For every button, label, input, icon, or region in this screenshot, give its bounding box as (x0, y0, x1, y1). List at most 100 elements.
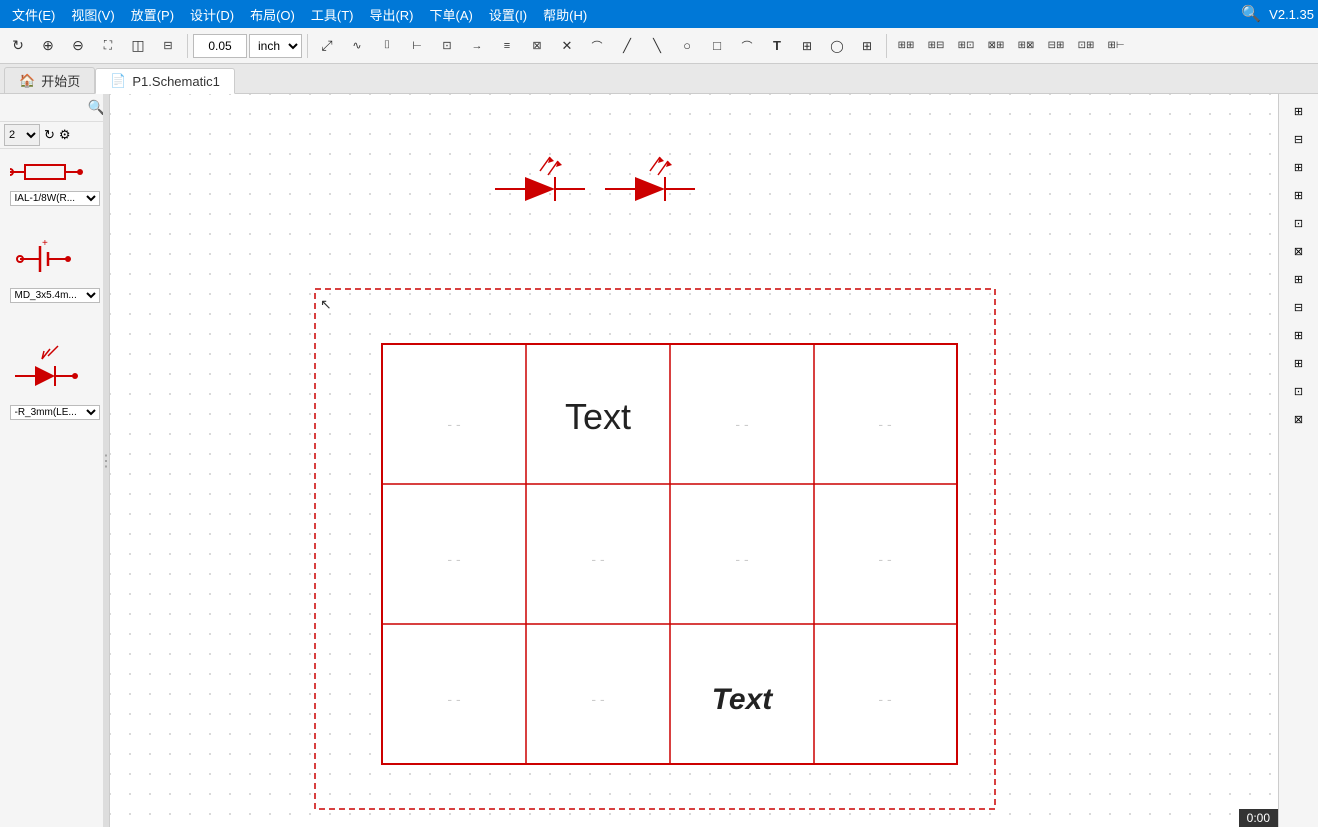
comp3-select[interactable]: -R_3mm(LE... (10, 405, 100, 420)
grid-input-group: inch mm (193, 34, 302, 58)
menu-design[interactable]: 设计(D) (182, 3, 242, 26)
svg-text:- -: - - (591, 691, 605, 707)
list-item[interactable]: IAL-1/8W(R... (6, 153, 104, 210)
canvas-area[interactable]: ↖ Text - - - - - - - - - - (110, 94, 1278, 827)
menu-settings[interactable]: 设置(I) (481, 3, 535, 26)
right-btn-10[interactable]: ⊞ (1283, 350, 1315, 376)
tab-schematic[interactable]: 📄 P1.Schematic1 (95, 68, 235, 94)
svg-text:Text: Text (712, 683, 775, 716)
right-btn-12[interactable]: ⊠ (1283, 406, 1315, 432)
comp-btn5[interactable]: ⊞⊠ (1012, 32, 1040, 60)
grid-value-input[interactable] (193, 34, 247, 58)
new-button[interactable]: ↻ (4, 32, 32, 60)
comp-btn6[interactable]: ⊟⊞ (1042, 32, 1070, 60)
tab-home[interactable]: 🏠 开始页 (4, 67, 95, 93)
search-icon[interactable]: 🔍 (1241, 4, 1261, 24)
right-btn-3[interactable]: ⊞ (1283, 154, 1315, 180)
comp-btn2[interactable]: ⊞⊟ (922, 32, 950, 60)
schematic-tab-icon: 📄 (110, 73, 126, 89)
svg-text:- -: - - (735, 551, 749, 567)
right-btn-6[interactable]: ⊠ (1283, 238, 1315, 264)
junction-button[interactable]: ⊠ (523, 32, 551, 60)
comp-btn1[interactable]: ⊞⊞ (892, 32, 920, 60)
svg-text:Text: Text (565, 396, 631, 437)
home-tab-icon: 🏠 (19, 73, 35, 89)
svg-text:- -: - - (878, 551, 892, 567)
right-btn-8[interactable]: ⊟ (1283, 294, 1315, 320)
menu-order[interactable]: 下单(A) (422, 3, 481, 26)
comp1-select[interactable]: IAL-1/8W(R... (10, 191, 100, 206)
menubar: 文件(E) 视图(V) 放置(P) 设计(D) 布局(O) 工具(T) 导出(R… (0, 0, 1318, 28)
panel-divider[interactable] (103, 94, 109, 827)
zoom-in-button[interactable]: ⊕ (34, 32, 62, 60)
right-btn-11[interactable]: ⊡ (1283, 378, 1315, 404)
menu-layout[interactable]: 布局(O) (242, 3, 303, 26)
right-btn-2[interactable]: ⊟ (1283, 126, 1315, 152)
svg-text:- -: - - (447, 551, 461, 567)
bus-button[interactable]: ≡ (493, 32, 521, 60)
zoom-out-button[interactable]: ⊖ (64, 32, 92, 60)
fit-button[interactable]: ⛶ (94, 32, 122, 60)
grid-table: Text - - - - - - - - - - - - - - - - - -… (382, 344, 957, 764)
comp2-label: MD_3x5.4m... (10, 288, 100, 303)
svg-text:- -: - - (447, 416, 461, 432)
net-label-button[interactable]: → (463, 32, 491, 60)
menu-file[interactable]: 文件(E) (4, 3, 63, 26)
menu-view[interactable]: 视图(V) (63, 3, 122, 26)
move-button[interactable]: ⤢ (313, 32, 341, 60)
menu-export[interactable]: 导出(R) (361, 3, 421, 26)
schematic-tab-label: P1.Schematic1 (132, 74, 219, 89)
right-panel: ⊞ ⊟ ⊞ ⊞ ⊡ ⊠ ⊞ ⊟ ⊞ ⊞ ⊡ ⊠ (1278, 94, 1318, 827)
coordinates-display: 0:00 (1247, 811, 1270, 825)
right-btn-4[interactable]: ⊞ (1283, 182, 1315, 208)
statusbar: 0:00 (1239, 809, 1278, 827)
zoom-level-select[interactable]: 1 2 3 (4, 124, 40, 146)
home-tab-label: 开始页 (41, 71, 80, 90)
svg-text:- -: - - (878, 416, 892, 432)
right-btn-5[interactable]: ⊡ (1283, 210, 1315, 236)
menu-place[interactable]: 放置(P) (123, 3, 182, 26)
sep3 (886, 34, 887, 58)
list-item[interactable]: -R_3mm(LE... (6, 337, 104, 424)
comp2-select[interactable]: MD_3x5.4m... (10, 288, 100, 303)
comp-btn3[interactable]: ⊞⊡ (952, 32, 980, 60)
menu-tools[interactable]: 工具(T) (303, 3, 362, 26)
bus-wire-button[interactable]: ⌷ (373, 32, 401, 60)
box-button[interactable]: ⊡ (433, 32, 461, 60)
diode1-component (495, 157, 585, 201)
unit-select[interactable]: inch mm (249, 34, 302, 58)
rect-button[interactable]: □ (703, 32, 731, 60)
line2-button[interactable]: ╲ (643, 32, 671, 60)
line-button[interactable]: ╱ (613, 32, 641, 60)
right-btn-7[interactable]: ⊞ (1283, 266, 1315, 292)
port-button[interactable]: ⊢ (403, 32, 431, 60)
diode2-component (605, 157, 695, 201)
select-rect-button[interactable]: ◫ (124, 32, 152, 60)
settings-icon[interactable]: ⚙ (59, 127, 71, 143)
svg-text:↖: ↖ (320, 296, 332, 312)
led-symbol (10, 341, 100, 401)
comp1-label: IAL-1/8W(R... (10, 191, 100, 206)
list-item[interactable]: + MD_3x5.4m... (6, 230, 104, 307)
curve-button[interactable]: ⌒ (583, 32, 611, 60)
text-button[interactable]: T (763, 32, 791, 60)
select2-button[interactable]: ⊟ (154, 32, 182, 60)
right-btn-1[interactable]: ⊞ (1283, 98, 1315, 124)
sep2 (307, 34, 308, 58)
right-btn-9[interactable]: ⊞ (1283, 322, 1315, 348)
no-connect-button[interactable]: ✕ (553, 32, 581, 60)
comp-btn8[interactable]: ⊞⊢ (1102, 32, 1130, 60)
circle-button[interactable]: ◯ (823, 32, 851, 60)
refresh-icon[interactable]: ↻ (44, 127, 55, 143)
menu-help[interactable]: 帮助(H) (535, 3, 595, 26)
image-button[interactable]: ⊞ (793, 32, 821, 60)
svg-text:- -: - - (447, 691, 461, 707)
sep1 (187, 34, 188, 58)
toolbar: ↻ ⊕ ⊖ ⛶ ◫ ⊟ inch mm ⤢ ∿ ⌷ ⊢ ⊡ → ≡ ⊠ ✕ ⌒ … (0, 28, 1318, 64)
wire-button[interactable]: ∿ (343, 32, 371, 60)
comp-btn4[interactable]: ⊠⊞ (982, 32, 1010, 60)
arc-button[interactable]: ⌒ (733, 32, 761, 60)
table-button[interactable]: ⊞ (853, 32, 881, 60)
comp-btn7[interactable]: ⊡⊞ (1072, 32, 1100, 60)
ellipse-button[interactable]: ○ (673, 32, 701, 60)
